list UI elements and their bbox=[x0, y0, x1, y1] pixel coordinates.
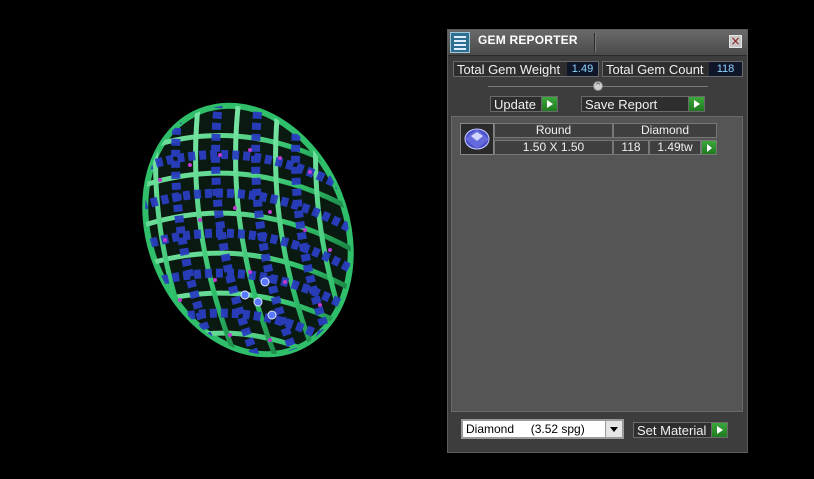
collapse-toggle-icon[interactable]: ^ bbox=[593, 81, 603, 91]
green-arrow-icon[interactable] bbox=[701, 140, 717, 155]
round-gem-icon[interactable] bbox=[460, 123, 494, 155]
set-material-button-label: Set Material bbox=[637, 423, 707, 438]
material-select[interactable]: Diamond (3.52 spg) bbox=[461, 419, 624, 439]
total-gem-weight: Total Gem Weight 1.49 bbox=[453, 61, 599, 77]
green-arrow-icon bbox=[711, 423, 727, 437]
update-button[interactable]: Update bbox=[490, 96, 558, 112]
title-divider bbox=[594, 33, 596, 52]
total-gem-count-value: 118 bbox=[709, 62, 742, 76]
gem-shape-cell: Round bbox=[494, 123, 613, 138]
save-report-button[interactable]: Save Report bbox=[581, 96, 705, 112]
gem-list[interactable]: Round Diamond 1.50 X 1.50 118 1.49tw bbox=[451, 116, 743, 412]
total-gem-weight-label: Total Gem Weight bbox=[457, 62, 561, 77]
gem-material-cell: Diamond bbox=[613, 123, 717, 138]
chevron-down-icon[interactable] bbox=[605, 421, 622, 437]
panel-title: GEM REPORTER bbox=[478, 33, 578, 47]
set-material-button[interactable]: Set Material bbox=[633, 422, 728, 438]
gem-reporter-panel: GEM REPORTER × Total Gem Weight 1.49 Tot… bbox=[447, 29, 748, 453]
green-arrow-icon bbox=[688, 97, 704, 111]
ring-model[interactable] bbox=[120, 90, 380, 390]
gem-size-cell: 1.50 X 1.50 bbox=[494, 140, 613, 155]
material-selected-value: Diamond (3.52 spg) bbox=[466, 422, 585, 436]
gem-reporter-icon bbox=[450, 32, 470, 53]
gem-weight-cell: 1.49tw bbox=[649, 140, 701, 155]
total-gem-count-label: Total Gem Count bbox=[606, 62, 704, 77]
close-icon[interactable]: × bbox=[729, 35, 742, 48]
gem-count-cell: 118 bbox=[613, 140, 649, 155]
save-report-button-label: Save Report bbox=[585, 97, 658, 112]
green-arrow-icon bbox=[541, 97, 557, 111]
title-bar[interactable]: GEM REPORTER × bbox=[448, 30, 747, 56]
total-gem-weight-value: 1.49 bbox=[567, 62, 598, 76]
total-gem-count: Total Gem Count 118 bbox=[602, 61, 743, 77]
update-button-label: Update bbox=[494, 97, 536, 112]
